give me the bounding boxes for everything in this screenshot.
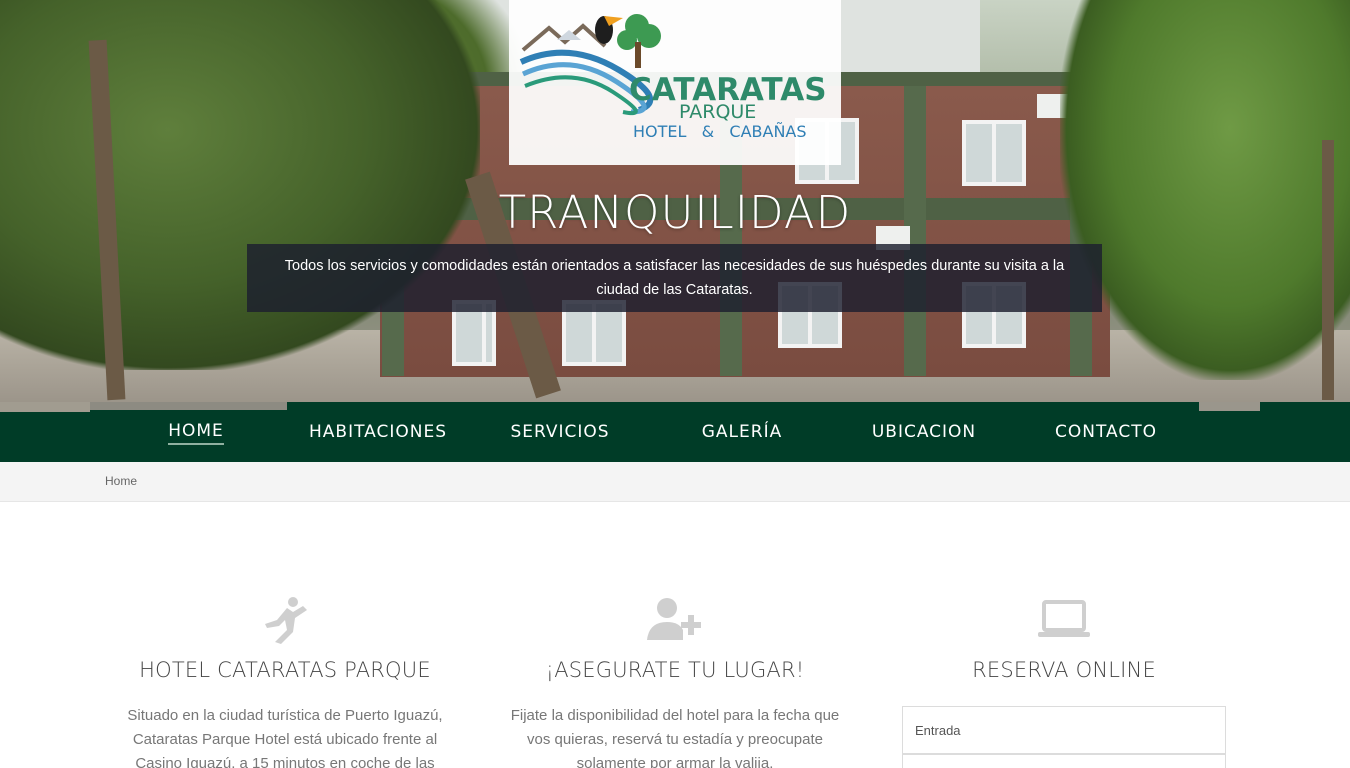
checkin-input[interactable] [903, 707, 1225, 753]
dancer-icon [105, 596, 465, 644]
column-text: Situado en la ciudad turística de Puerto… [127, 707, 443, 768]
nav-item-label: SERVICIOS [510, 422, 610, 442]
hero-tree [0, 0, 480, 370]
nav-divider [0, 402, 90, 412]
nav-item-label: HABITACIONES [309, 422, 447, 442]
hero-window [962, 120, 1026, 186]
checkout-field[interactable] [902, 754, 1226, 768]
site-logo[interactable]: CATARATAS PARQUE HOTEL & CABAÑAS [509, 0, 841, 165]
checkin-field[interactable] [902, 706, 1226, 754]
nav-item-servicios[interactable]: SERVICIOS [469, 402, 651, 462]
feature-column: HOTEL CATARATAS PARQUE Situado en la ciu… [105, 596, 465, 768]
nav-item-label: GALERÍA [701, 422, 783, 442]
column-text: Fijate la disponibilidad del hotel para … [510, 707, 840, 768]
breadcrumb [0, 462, 1350, 502]
nav-item-contacto[interactable]: CONTACTO [1015, 402, 1197, 462]
column-title: HOTEL CATARATAS PARQUE [139, 658, 431, 682]
main-nav: HOME HABITACIONES SERVICIOS GALERÍA UBIC… [105, 402, 1215, 462]
nav-item-label: CONTACTO [1055, 422, 1157, 442]
booking-column: RESERVA ONLINE [884, 596, 1244, 682]
nav-item-galeria[interactable]: GALERÍA [651, 402, 833, 462]
nav-item-home[interactable]: HOME [105, 402, 287, 462]
nav-item-label: UBICACION [871, 422, 977, 442]
hero-trunk [1322, 140, 1334, 400]
laptop-icon [884, 596, 1244, 644]
logo-sub: PARQUE [679, 101, 756, 123]
nav-item-habitaciones[interactable]: HABITACIONES [287, 402, 469, 462]
add-user-icon [495, 596, 855, 644]
feature-column: ¡ASEGURATE TU LUGAR! Fijate la disponibi… [495, 596, 855, 768]
logo-tagline: HOTEL & CABAÑAS [633, 122, 807, 141]
nav-item-ubicacion[interactable]: UBICACION [833, 402, 1015, 462]
nav-item-label: HOME [168, 419, 224, 445]
breadcrumb-home[interactable]: Home [105, 474, 137, 488]
hero-caption: Todos los servicios y comodidades están … [247, 244, 1102, 312]
column-title: ¡ASEGURATE TU LUGAR! [545, 658, 805, 682]
hero-title: TRANQUILIDAD [498, 186, 852, 239]
column-title: RESERVA ONLINE [972, 658, 1156, 682]
logo-emblem-icon: CATARATAS PARQUE HOTEL & CABAÑAS [519, 14, 827, 141]
